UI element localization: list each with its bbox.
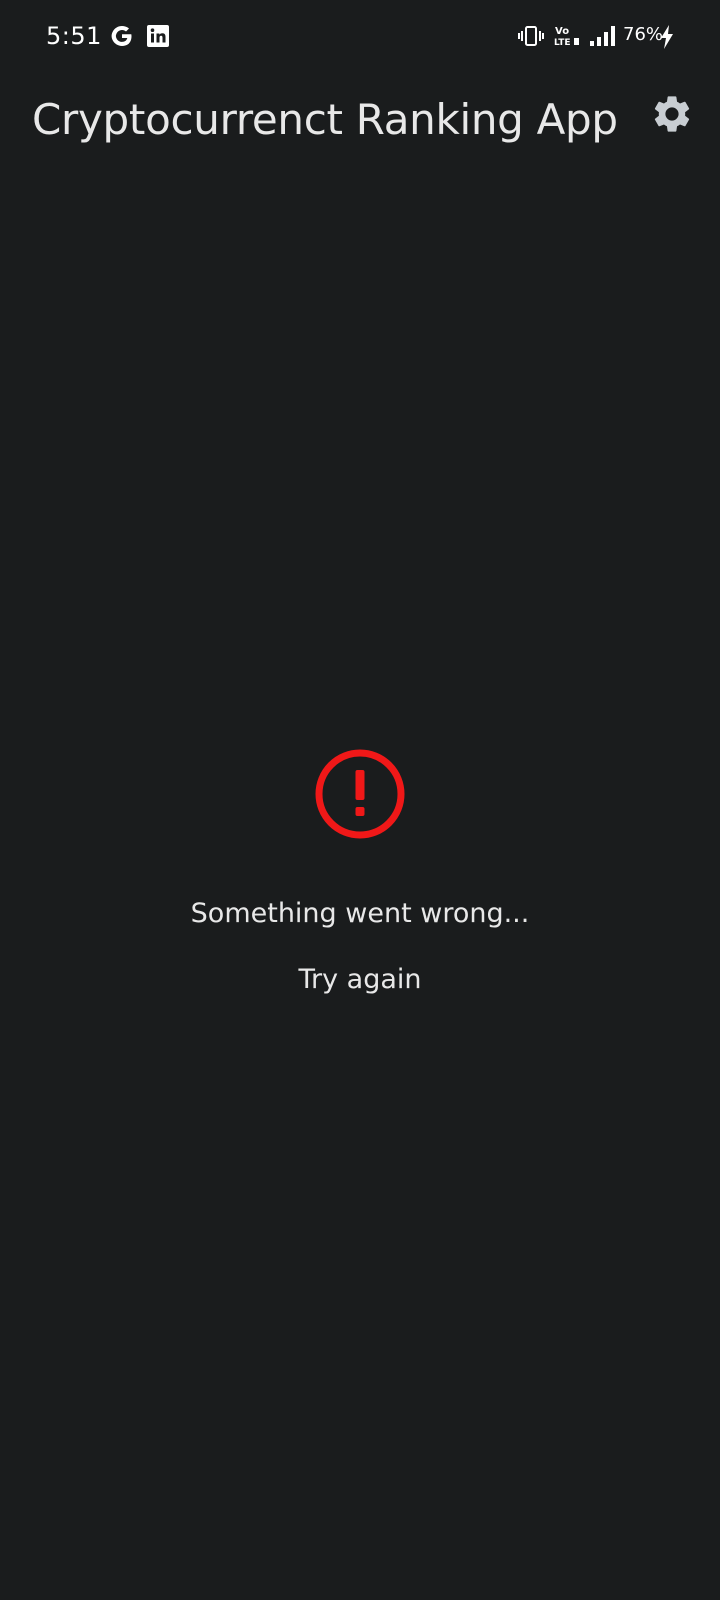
app-screen: 5:51 Vo LTE 76% Cryptocurrenct Ranking A… xyxy=(0,0,720,1600)
error-state: Something went wrong... Try again xyxy=(0,746,720,998)
svg-text:LTE: LTE xyxy=(554,38,571,48)
linkedin-icon xyxy=(147,25,169,47)
gear-icon xyxy=(654,96,690,132)
volte-icon: Vo LTE xyxy=(554,26,579,48)
google-icon xyxy=(111,26,132,46)
svg-text:Vo: Vo xyxy=(555,26,569,37)
error-exclamation-icon xyxy=(315,749,405,839)
error-message: Something went wrong... xyxy=(190,898,530,929)
status-bar: 5:51 Vo LTE 76% xyxy=(0,0,720,72)
settings-button[interactable] xyxy=(644,86,700,142)
try-again-button[interactable]: Try again xyxy=(282,962,437,998)
battery-percent: 76% xyxy=(623,24,664,45)
signal-icon xyxy=(590,26,615,46)
app-title: Cryptocurrenct Ranking App xyxy=(32,95,618,144)
status-time: 5:51 xyxy=(46,22,102,50)
charging-icon xyxy=(661,25,673,49)
vibrate-icon xyxy=(518,26,544,46)
app-bar: Cryptocurrenct Ranking App xyxy=(0,72,720,168)
